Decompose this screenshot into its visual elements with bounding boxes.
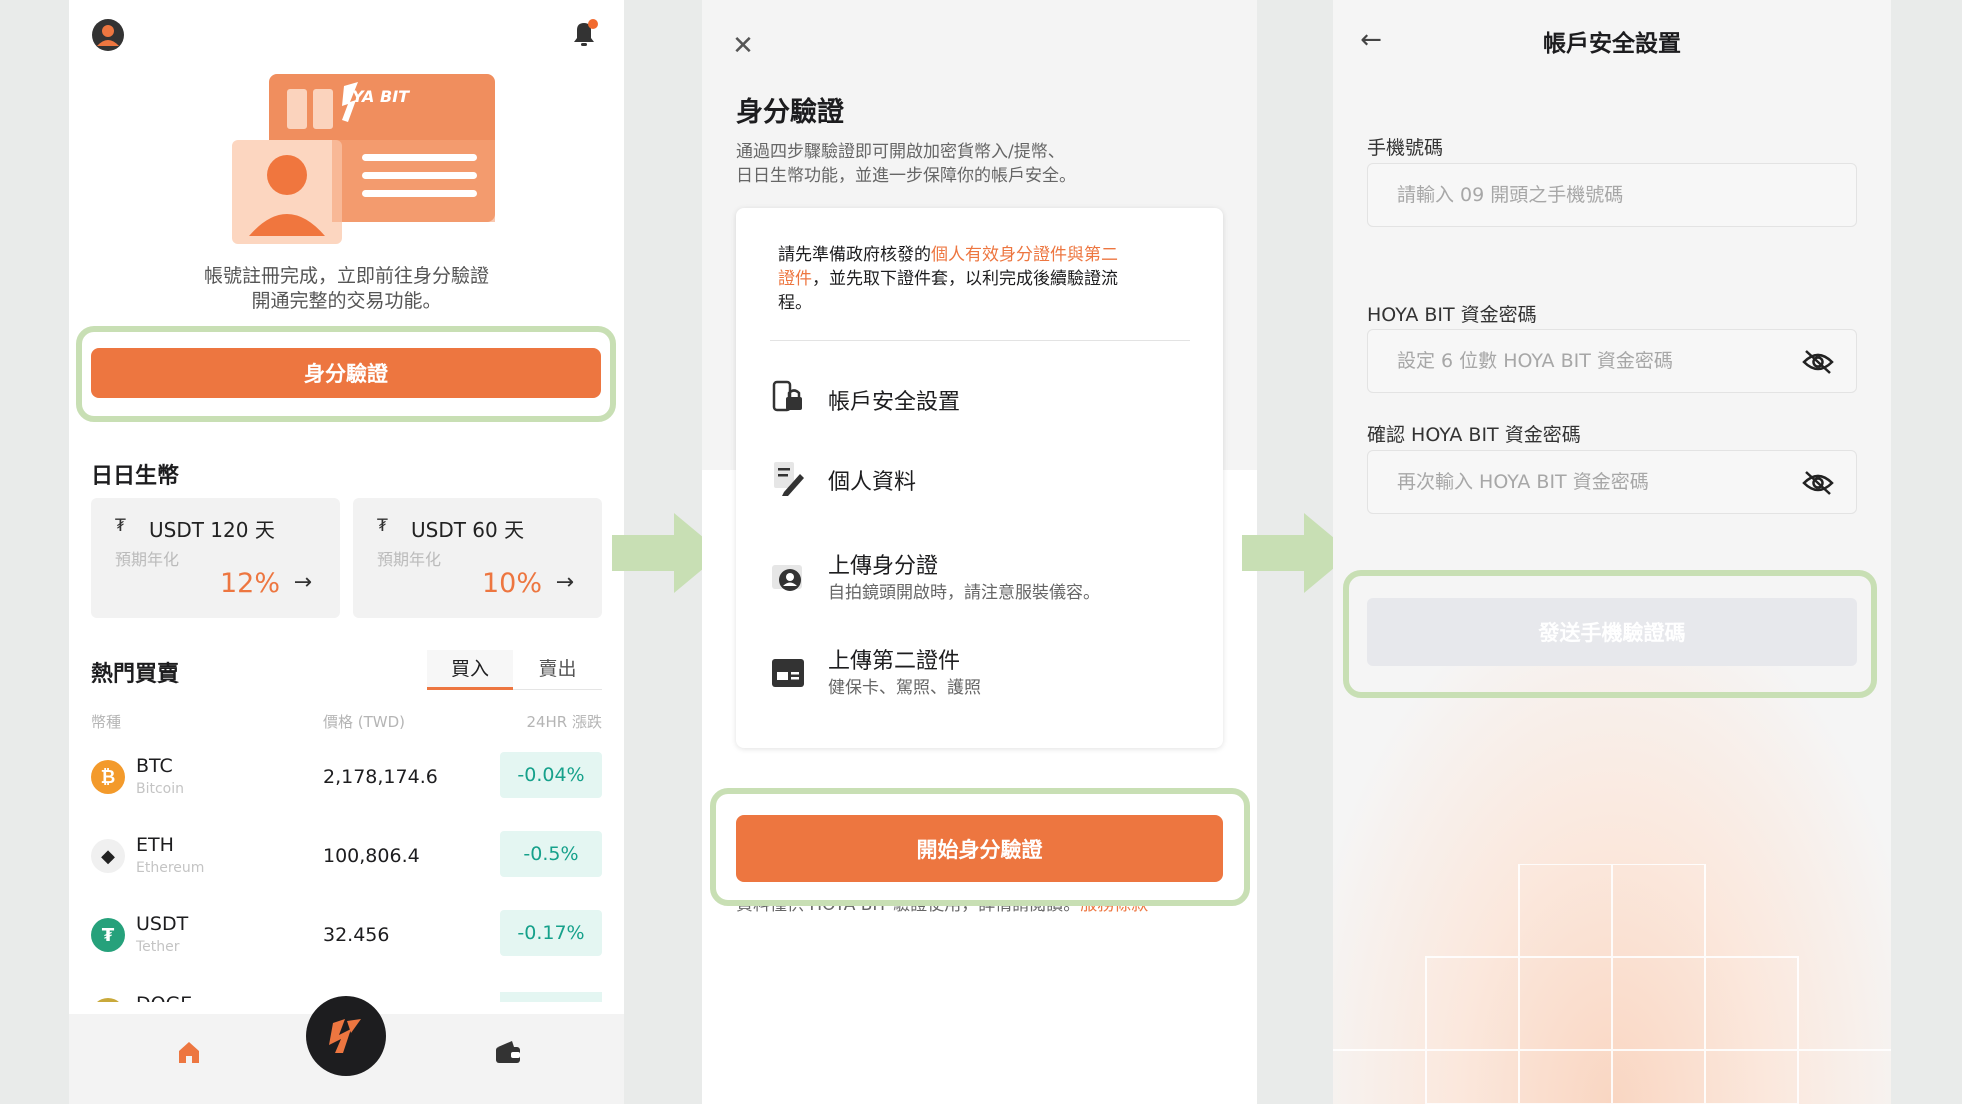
tether-icon: ₮ <box>91 918 125 952</box>
hot-trade-title: 熱門買賣 <box>91 662 180 687</box>
second-id-card-icon <box>770 655 806 691</box>
step-title: 上傳第二證件 <box>828 649 961 674</box>
coin-row-usdt[interactable]: ₮ USDT Tether 32.456 -0.17% <box>91 910 602 960</box>
step-subtitle: 自拍鏡頭開啟時，請注意服裝儀容。 <box>828 583 1100 603</box>
hoya-logo-button[interactable] <box>306 996 386 1076</box>
step-account-security: 帳戶安全設置 <box>770 380 1190 420</box>
password-label: HOYA BIT 資金密碼 <box>1367 304 1537 326</box>
coin-price: 2,178,174.6 <box>323 766 438 788</box>
promo-line-1: 帳號註冊完成，立即前往身分驗證 <box>203 265 489 287</box>
phone-field <box>1367 163 1857 227</box>
password-input[interactable] <box>1368 330 1856 392</box>
step-title: 個人資料 <box>828 470 917 495</box>
phone-label: 手機號碼 <box>1367 137 1444 159</box>
coin-symbol: USDT <box>136 913 189 935</box>
step-subtitle: 健保卡、駕照、護照 <box>828 678 981 698</box>
col-coin-header: 幣種 <box>91 713 122 731</box>
intro-line-1: 通過四步驟驗證即可開啟加密貨幣入/提幣、 <box>736 142 1065 162</box>
tab-buy[interactable]: 買入 <box>427 650 513 690</box>
arrow-right-icon: → <box>555 570 574 595</box>
bitcoin-icon: ₿ <box>91 760 125 794</box>
notification-bell-icon[interactable] <box>566 16 602 52</box>
coin-name: Tether <box>136 939 180 955</box>
coin-row-btc[interactable]: ₿ BTC Bitcoin 2,178,174.6 -0.04% <box>91 752 602 802</box>
notice-suffix-1: ，並先取下證件套，以利完成後續驗證流 <box>812 269 1118 289</box>
coin-change: -0.04% <box>500 752 602 798</box>
tether-icon: ₮ <box>115 516 126 536</box>
coin-price: 32.456 <box>323 924 390 946</box>
card-logo-mark <box>340 80 358 122</box>
notice-prefix: 請先準備政府核發的 <box>778 245 931 265</box>
earn-card-sub: 預期年化 <box>377 550 442 569</box>
tab-sell[interactable]: 賣出 <box>513 650 602 690</box>
notice-highlight-2: 證件 <box>778 269 812 289</box>
step-upload-id: 上傳身分證 自拍鏡頭開啟時，請注意服裝儀容。 <box>770 548 1190 608</box>
steps-card: 請先準備政府核發的個人有效身分證件與第二 證件，並先取下證件套，以利完成後續驗證… <box>736 208 1223 748</box>
earn-card-name: USDT 120 天 <box>149 518 275 542</box>
promo-line-2: 開通完整的交易功能。 <box>251 290 442 312</box>
coin-symbol: BTC <box>136 755 173 777</box>
page-title: 身分驗證 <box>736 97 844 128</box>
phone-lock-icon <box>770 380 806 416</box>
earn-card-rate: 12% <box>219 568 280 599</box>
intro-line-2: 日日生幣功能，並進一步保障你的帳戶安全。 <box>736 166 1076 186</box>
home-icon[interactable] <box>169 1032 209 1072</box>
confirm-password-field <box>1367 450 1857 514</box>
earn-card-usdt-120[interactable]: ₮ USDT 120 天 預期年化 12% → <box>91 498 340 618</box>
coin-name: Ethereum <box>136 860 205 876</box>
divider <box>770 340 1190 341</box>
notice-text: 請先準備政府核發的個人有效身分證件與第二 證件，並先取下證件套，以利完成後續驗證… <box>778 243 1188 315</box>
eye-off-icon[interactable] <box>1802 348 1834 376</box>
earn-card-sub: 預期年化 <box>115 550 180 569</box>
earn-card-usdt-60[interactable]: ₮ USDT 60 天 預期年化 10% → <box>353 498 602 618</box>
id-card-illustration: YA BIT <box>232 72 532 244</box>
step-personal-info: 個人資料 <box>770 460 1190 500</box>
start-verification-button[interactable]: 開始身分驗證 <box>736 815 1223 882</box>
promo-text: 帳號註冊完成，立即前往身分驗證 開通完整的交易功能。 <box>69 264 624 314</box>
col-price-header: 價格 (TWD) <box>323 713 406 731</box>
bottom-nav <box>69 996 624 1104</box>
card-logo-text: YA BIT <box>352 87 410 106</box>
home-screen: YA BIT 帳號註冊完成，立即前往身分驗證 開通完整的交易功能。 身分驗證 日… <box>69 0 624 1104</box>
coin-price: 100,806.4 <box>323 845 420 867</box>
confirm-password-label: 確認 HOYA BIT 資金密碼 <box>1367 424 1581 446</box>
document-edit-icon <box>770 460 806 496</box>
wallet-icon[interactable] <box>488 1032 528 1072</box>
coin-name: Bitcoin <box>136 781 185 797</box>
eye-off-icon[interactable] <box>1802 469 1834 497</box>
tether-icon: ₮ <box>377 516 388 536</box>
earn-card-name: USDT 60 天 <box>411 518 525 542</box>
earn-title: 日日生幣 <box>91 464 180 489</box>
col-change-header: 24HR 漲跌 <box>526 713 602 731</box>
id-card-icon <box>770 560 806 596</box>
password-field <box>1367 329 1857 393</box>
intro-text: 通過四步驟驗證即可開啟加密貨幣入/提幣、 日日生幣功能，並進一步保障你的帳戶安全… <box>736 140 1076 188</box>
earn-card-rate: 10% <box>481 568 542 599</box>
page-title: 帳戶安全設置 <box>1543 31 1681 57</box>
step-upload-second-id: 上傳第二證件 健保卡、駕照、護照 <box>770 643 1190 703</box>
background-grid <box>1333 863 1891 1104</box>
close-icon[interactable]: ✕ <box>727 30 759 62</box>
send-sms-code-button[interactable]: 發送手機驗證碼 <box>1367 598 1857 666</box>
dogecoin-icon <box>91 998 125 1002</box>
phone-input[interactable] <box>1368 164 1856 226</box>
identity-verify-button[interactable]: 身分驗證 <box>91 348 601 398</box>
avatar-icon[interactable] <box>91 18 125 52</box>
coin-symbol: DOGE <box>136 993 192 1002</box>
arrow-right-icon: → <box>293 570 312 595</box>
notice-highlight-1: 個人有效身分證件與第二 <box>931 245 1118 265</box>
coin-row-eth[interactable]: ◆ ETH Ethereum 100,806.4 -0.5% <box>91 831 602 881</box>
identity-verification-screen: ✕ 身分驗證 通過四步驟驗證即可開啟加密貨幣入/提幣、 日日生幣功能，並進一步保… <box>702 0 1257 1104</box>
coin-change: -0.17% <box>500 910 602 956</box>
step-title: 帳戶安全設置 <box>828 390 961 415</box>
step-title: 上傳身分證 <box>828 554 939 579</box>
coin-change <box>500 992 602 1002</box>
ethereum-icon: ◆ <box>91 839 125 873</box>
coin-change: -0.5% <box>500 831 602 877</box>
coin-symbol: ETH <box>136 834 174 856</box>
account-security-screen: ← 帳戶安全設置 手機號碼 HOYA BIT 資金密碼 確認 HOYA BIT … <box>1333 0 1891 1104</box>
confirm-password-input[interactable] <box>1368 451 1856 513</box>
notice-suffix-2: 程。 <box>778 293 812 313</box>
